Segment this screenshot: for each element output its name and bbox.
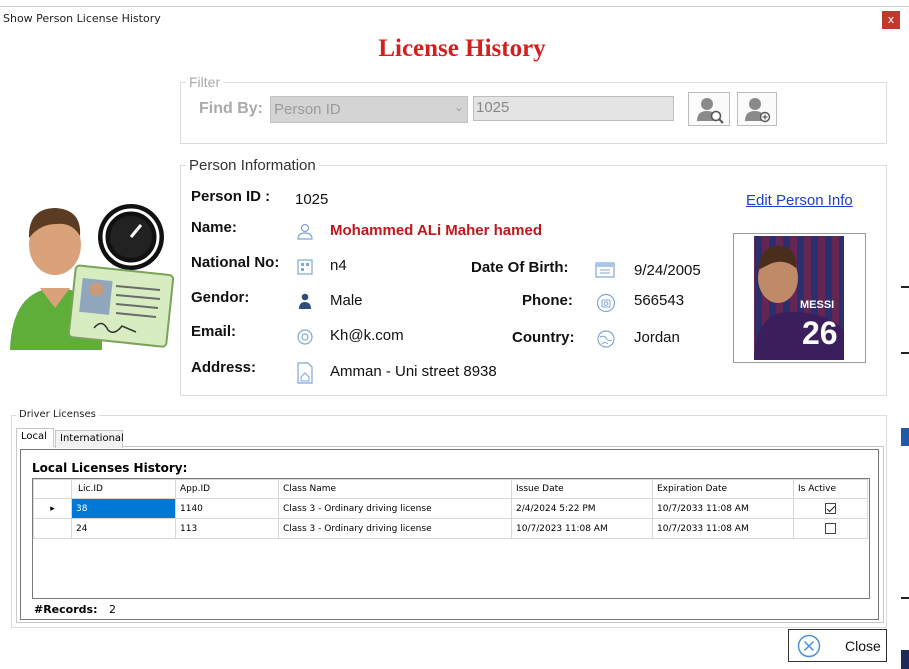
cell-app-id[interactable]: 113 [175,518,279,539]
find-by-select[interactable]: Person ID ⌄ [270,96,468,123]
phone-label: Phone: [522,292,573,309]
person-license-icon [10,204,175,350]
calendar-icon [595,262,615,278]
dob-value: 9/24/2005 [634,262,701,279]
person-add-icon [745,98,771,123]
person-photo-image: MESSI 26 [754,236,844,360]
close-circle-icon [797,634,821,658]
is-active-checkbox[interactable] [825,503,836,514]
driver-licenses-legend: Driver Licenses [16,409,99,420]
cell-app-id[interactable]: 1140 [175,498,279,519]
person-outline-icon [297,223,313,240]
background-window-fragment [901,286,909,288]
col-expiration-date[interactable]: Expiration Date [652,479,794,499]
find-by-value: Person ID [274,101,341,118]
person-id-label: Person ID : [191,188,271,205]
jersey-name: MESSI [800,299,834,311]
licenses-grid[interactable]: Lic.ID App.ID Class Name Issue Date Expi… [32,478,870,599]
row-header-corner [33,479,72,499]
filter-legend: Filter [186,74,224,90]
cell-lic-id[interactable]: 24 [71,518,176,539]
close-button[interactable]: Close [788,629,887,662]
cell-is-active[interactable] [793,498,868,519]
row-selector-arrow-icon[interactable]: ▸ [33,498,72,519]
tab-local[interactable]: Local [16,428,54,447]
table-row[interactable]: ▸ 38 1140 Class 3 - Ordinary driving lic… [33,498,868,519]
licenses-table: Lic.ID App.ID Class Name Issue Date Expi… [33,479,868,539]
cell-class-name[interactable]: Class 3 - Ordinary driving license [278,518,512,539]
background-window-fragment [901,352,909,354]
address-label: Address: [191,359,257,376]
cell-issue-date[interactable]: 10/7/2023 11:08 AM [511,518,653,539]
find-person-button[interactable] [688,92,730,126]
country-value: Jordan [634,329,680,346]
tab-international[interactable]: International [55,430,124,448]
id-card-icon [297,259,313,275]
person-info-legend: Person Information [186,157,319,174]
col-app-id[interactable]: App.ID [175,479,279,499]
cell-lic-id[interactable]: 38 [71,498,176,519]
country-label: Country: [512,329,575,346]
address-document-icon [297,362,313,384]
gender-value: Male [330,292,363,309]
person-id-value: 1025 [295,191,329,208]
name-value: Mohammed ALi Maher hamed [330,222,542,239]
background-window-fragment [901,597,909,599]
col-class-name[interactable]: Class Name [278,479,512,499]
col-issue-date[interactable]: Issue Date [511,479,653,499]
cell-is-active[interactable] [793,518,868,539]
edit-person-info-link[interactable]: Edit Person Info [746,192,853,209]
background-window-fragment [901,650,909,669]
person-search-icon [697,98,724,124]
local-licenses-title: Local Licenses History: [32,461,188,475]
is-active-checkbox[interactable] [825,523,836,534]
cell-expiration-date[interactable]: 10/7/2033 11:08 AM [652,498,794,519]
email-label: Email: [191,323,237,340]
cell-expiration-date[interactable]: 10/7/2033 11:08 AM [652,518,794,539]
background-window-fragment [901,428,909,446]
table-row[interactable]: 24 113 Class 3 - Ordinary driving licens… [33,518,868,539]
address-value: Amman - Uni street 8938 [330,363,497,380]
close-button-label: Close [845,638,881,654]
records-count: 2 [109,603,116,616]
at-sign-icon [297,329,313,345]
jersey-number: 26 [802,315,838,351]
phone-value: 566543 [634,292,685,309]
row-selector[interactable] [33,518,72,539]
col-lic-id[interactable]: Lic.ID [71,479,176,499]
chevron-down-icon: ⌄ [453,100,464,114]
person-photo: MESSI 26 [733,233,866,363]
male-icon [299,293,311,309]
phone-icon [596,293,616,313]
national-no-value: n4 [330,257,347,274]
window-top-border [0,6,909,7]
page-title: License History [378,35,546,62]
cell-class-name[interactable]: Class 3 - Ordinary driving license [278,498,512,519]
gender-label: Gendor: [191,289,250,306]
search-input[interactable]: 1025 [473,96,674,121]
globe-icon [597,330,615,348]
name-label: Name: [191,219,237,236]
national-no-label: National No: [191,254,280,271]
col-is-active[interactable]: Is Active [793,479,868,499]
add-person-button[interactable] [737,92,777,126]
table-header-row: Lic.ID App.ID Class Name Issue Date Expi… [33,479,868,499]
window-title: Show Person License History [3,12,161,25]
dob-label: Date Of Birth: [471,259,569,276]
cell-issue-date[interactable]: 2/4/2024 5:22 PM [511,498,653,519]
records-label: #Records: [34,603,98,616]
find-by-label: Find By: [199,100,263,117]
window-close-button[interactable]: x [882,11,900,29]
email-value: Kh@k.com [330,327,404,344]
